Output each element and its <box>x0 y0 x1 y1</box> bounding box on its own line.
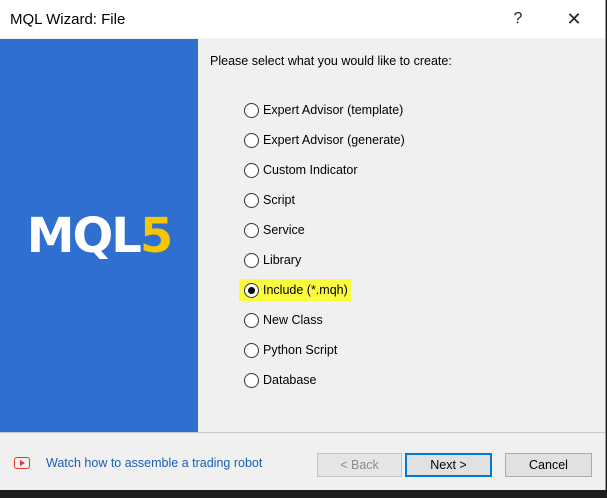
option-label: Library <box>263 253 302 267</box>
close-button[interactable]: ✕ <box>559 4 589 34</box>
option-label: Database <box>263 373 317 387</box>
option-new-class[interactable]: New Class <box>244 309 323 331</box>
radio-button[interactable] <box>244 192 259 208</box>
option-expert-advisor-generate[interactable]: Expert Advisor (generate) <box>244 129 405 151</box>
wizard-content: Please select what you would like to cre… <box>198 39 605 432</box>
option-label: Service <box>263 223 305 237</box>
radio-button[interactable] <box>244 342 259 358</box>
mql5-banner: MQL5 <box>0 39 198 432</box>
radio-button[interactable] <box>244 162 259 178</box>
option-label: New Class <box>263 313 323 327</box>
option-python-script[interactable]: Python Script <box>244 339 337 361</box>
option-include[interactable]: Include (*.mqh) <box>239 279 351 301</box>
option-label: Script <box>263 193 295 207</box>
option-label: Python Script <box>263 343 338 357</box>
option-database[interactable]: Database <box>244 369 317 391</box>
help-button[interactable]: ? <box>503 4 533 34</box>
mql-wizard-dialog: MQL Wizard: File ? ✕ MQL5 Please select … <box>0 0 606 491</box>
mql5-logo: MQL5 <box>27 212 174 260</box>
radio-button[interactable] <box>244 102 259 118</box>
option-label: Expert Advisor (template) <box>263 103 404 117</box>
title-bar: MQL Wizard: File ? ✕ <box>0 0 605 38</box>
option-label: Custom Indicator <box>263 163 358 177</box>
option-service[interactable]: Service <box>244 219 305 241</box>
option-library[interactable]: Library <box>244 249 301 271</box>
video-tutorial-link[interactable]: Watch how to assemble a trading robot <box>46 456 262 470</box>
next-button[interactable]: Next > <box>405 453 492 477</box>
radio-button[interactable] <box>244 372 259 388</box>
option-expert-advisor-template[interactable]: Expert Advisor (template) <box>244 99 403 121</box>
radio-button-selected[interactable] <box>244 282 259 298</box>
window-title: MQL Wizard: File <box>10 11 126 28</box>
option-script[interactable]: Script <box>244 189 295 211</box>
radio-button[interactable] <box>244 312 259 328</box>
background-code-editor <box>0 490 607 498</box>
radio-button[interactable] <box>244 132 259 148</box>
radio-button[interactable] <box>244 252 259 268</box>
option-label: Include (*.mqh) <box>263 283 348 297</box>
logo-accent-text: 5 <box>139 207 173 264</box>
selection-prompt: Please select what you would like to cre… <box>210 54 452 68</box>
radio-button[interactable] <box>244 222 259 238</box>
logo-text: MQL <box>26 207 142 264</box>
youtube-play-icon[interactable] <box>14 457 30 469</box>
cancel-button[interactable]: Cancel <box>505 453 592 477</box>
wizard-footer: Watch how to assemble a trading robot < … <box>0 433 605 490</box>
option-label: Expert Advisor (generate) <box>263 133 405 147</box>
option-custom-indicator[interactable]: Custom Indicator <box>244 159 357 181</box>
back-button[interactable]: < Back <box>317 453 402 477</box>
